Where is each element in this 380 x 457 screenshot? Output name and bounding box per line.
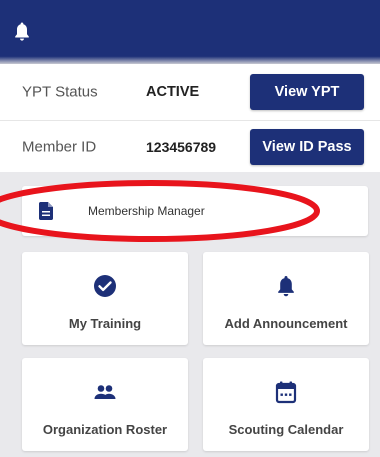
my-training-label: My Training: [68, 316, 142, 331]
view-ypt-button[interactable]: View YPT: [250, 74, 364, 110]
my-training-tile[interactable]: My Training: [22, 252, 188, 345]
organization-roster-tile[interactable]: Organization Roster: [22, 358, 188, 451]
ypt-status-label: YPT Status: [22, 83, 98, 101]
scouting-calendar-label: Scouting Calendar: [228, 422, 344, 437]
view-id-pass-button[interactable]: View ID Pass: [250, 129, 364, 165]
scouting-calendar-tile[interactable]: Scouting Calendar: [203, 358, 369, 451]
membership-manager-card[interactable]: Membership Manager: [22, 186, 368, 236]
check-circle-icon: [94, 275, 116, 297]
document-icon: [39, 202, 53, 220]
ypt-status-value: ACTIVE: [146, 84, 200, 100]
people-icon: [94, 385, 116, 399]
member-id-row: Member ID 123456789 View ID Pass: [0, 120, 380, 173]
add-announcement-tile[interactable]: Add Announcement: [203, 252, 369, 345]
membership-manager-label: Membership Manager: [88, 204, 205, 218]
calendar-icon: [275, 381, 297, 404]
app-header: [0, 0, 380, 64]
member-id-value: 123456789: [146, 139, 217, 155]
member-id-label: Member ID: [22, 138, 97, 156]
bell-icon[interactable]: [14, 22, 30, 42]
bell-icon: [278, 276, 294, 297]
organization-roster-label: Organization Roster: [42, 422, 168, 437]
ypt-status-row: YPT Status ACTIVE View YPT: [0, 64, 380, 120]
add-announcement-label: Add Announcement: [224, 316, 348, 331]
